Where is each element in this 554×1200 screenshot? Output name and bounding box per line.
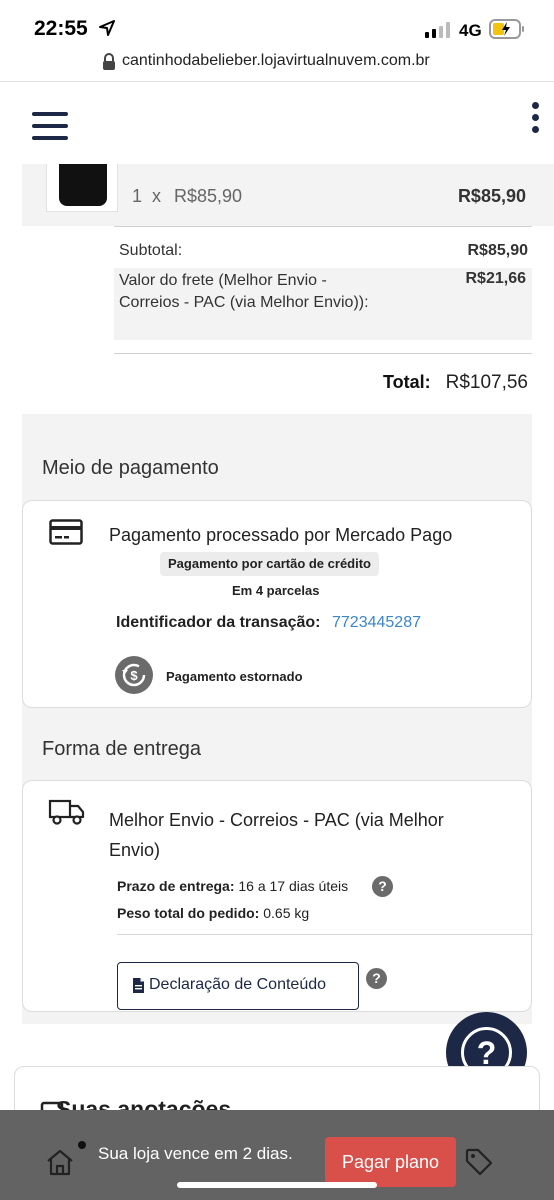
delivery-deadline-label: Prazo de entrega: (117, 878, 235, 894)
quantity-times: x (152, 186, 161, 206)
subtotal-value: R$85,90 (467, 242, 529, 259)
app-header (0, 82, 554, 164)
product-thumbnail[interactable] (46, 164, 118, 212)
delivery-method: Melhor Envio - Correios - PAC (via Melho… (109, 810, 444, 860)
product-quantity: 1 (132, 186, 143, 206)
divider (114, 353, 532, 354)
url-bar[interactable]: cantinhodabelieber.lojavirtualnuvem.com.… (0, 46, 554, 82)
payment-card: Pagamento processado por Mercado Pago Pa… (22, 500, 532, 708)
order-weight-label: Peso total do pedido: (117, 905, 260, 921)
deadline-help-icon[interactable]: ? (372, 876, 393, 897)
payment-section-title: Meio de pagamento (42, 457, 219, 479)
shipping-row: Valor do frete (Melhor Envio - Correios … (114, 268, 532, 340)
unit-price: R$85,90 (174, 186, 243, 206)
divider (114, 226, 532, 227)
battery-icon (489, 19, 524, 39)
order-weight: Peso total do pedido: 0.65 kg (117, 905, 309, 921)
total-value: R$107,56 (445, 372, 528, 393)
payment-processor-title: Pagamento processado por Mercado Pago (109, 525, 453, 545)
content-declaration-label: Declaração de Conteúdo (149, 976, 327, 993)
kebab-icon[interactable] (528, 102, 542, 136)
pay-plan-button[interactable]: Pagar plano (325, 1137, 456, 1187)
content-declaration-button[interactable]: Declaração de Conteúdo (117, 962, 359, 1010)
location-arrow-icon (99, 20, 115, 36)
line-total: R$85,90 (457, 186, 526, 206)
declaration-help-icon[interactable]: ? (366, 968, 387, 989)
order-weight-value: 0.65 kg (263, 905, 310, 921)
truck-icon (48, 799, 85, 825)
status-time: 22:55 (34, 17, 88, 40)
delivery-section-title: Forma de entrega (42, 738, 201, 760)
transaction-label: Identificador da transação: (116, 614, 321, 631)
tag-icon[interactable] (464, 1147, 494, 1177)
delivery-card: Melhor Envio - Correios - PAC (via Melho… (22, 780, 533, 1012)
payment-method-badge: Pagamento por cartão de crédito (160, 552, 379, 576)
refund-icon: $ (115, 656, 153, 694)
product-row: 1 x R$85,90 R$85,90 (22, 164, 554, 226)
home-indicator (177, 1182, 377, 1188)
divider (117, 934, 533, 935)
hoodie-image (59, 164, 107, 206)
order-details-panel: Meio de pagamento Pagamento processado p… (22, 414, 533, 1024)
subtotal-label: Subtotal: (119, 242, 183, 259)
installments-text: Em 4 parcelas (232, 583, 320, 598)
credit-card-icon (49, 519, 83, 545)
banner-message: Sua loja vence em 2 dias. (98, 1144, 293, 1163)
notification-dot (78, 1141, 86, 1149)
shipping-value: R$21,66 (465, 270, 527, 287)
transaction-id-link[interactable]: 7723445287 (332, 614, 421, 632)
document-icon (133, 978, 144, 993)
order-summary: 1 x R$85,90 R$85,90 Subtotal: R$85,90 Va… (0, 164, 554, 414)
payment-status: Pagamento estornado (166, 669, 303, 684)
delivery-deadline-value: 16 a 17 dias úteis (238, 878, 349, 894)
lock-icon (103, 53, 115, 70)
delivery-deadline: Prazo de entrega: 16 a 17 dias úteis (117, 878, 348, 894)
total-label: Total: (383, 372, 431, 392)
url-text[interactable]: cantinhodabelieber.lojavirtualnuvem.com.… (122, 52, 430, 70)
home-icon[interactable] (45, 1148, 75, 1176)
hamburger-icon[interactable] (32, 112, 68, 142)
signal-icon (425, 22, 450, 38)
status-bar: 22:55 4G (0, 0, 554, 46)
network-label: 4G (459, 21, 482, 40)
svg-text:$: $ (130, 668, 138, 683)
shipping-label: Valor do frete (Melhor Envio - Correios … (119, 272, 369, 311)
